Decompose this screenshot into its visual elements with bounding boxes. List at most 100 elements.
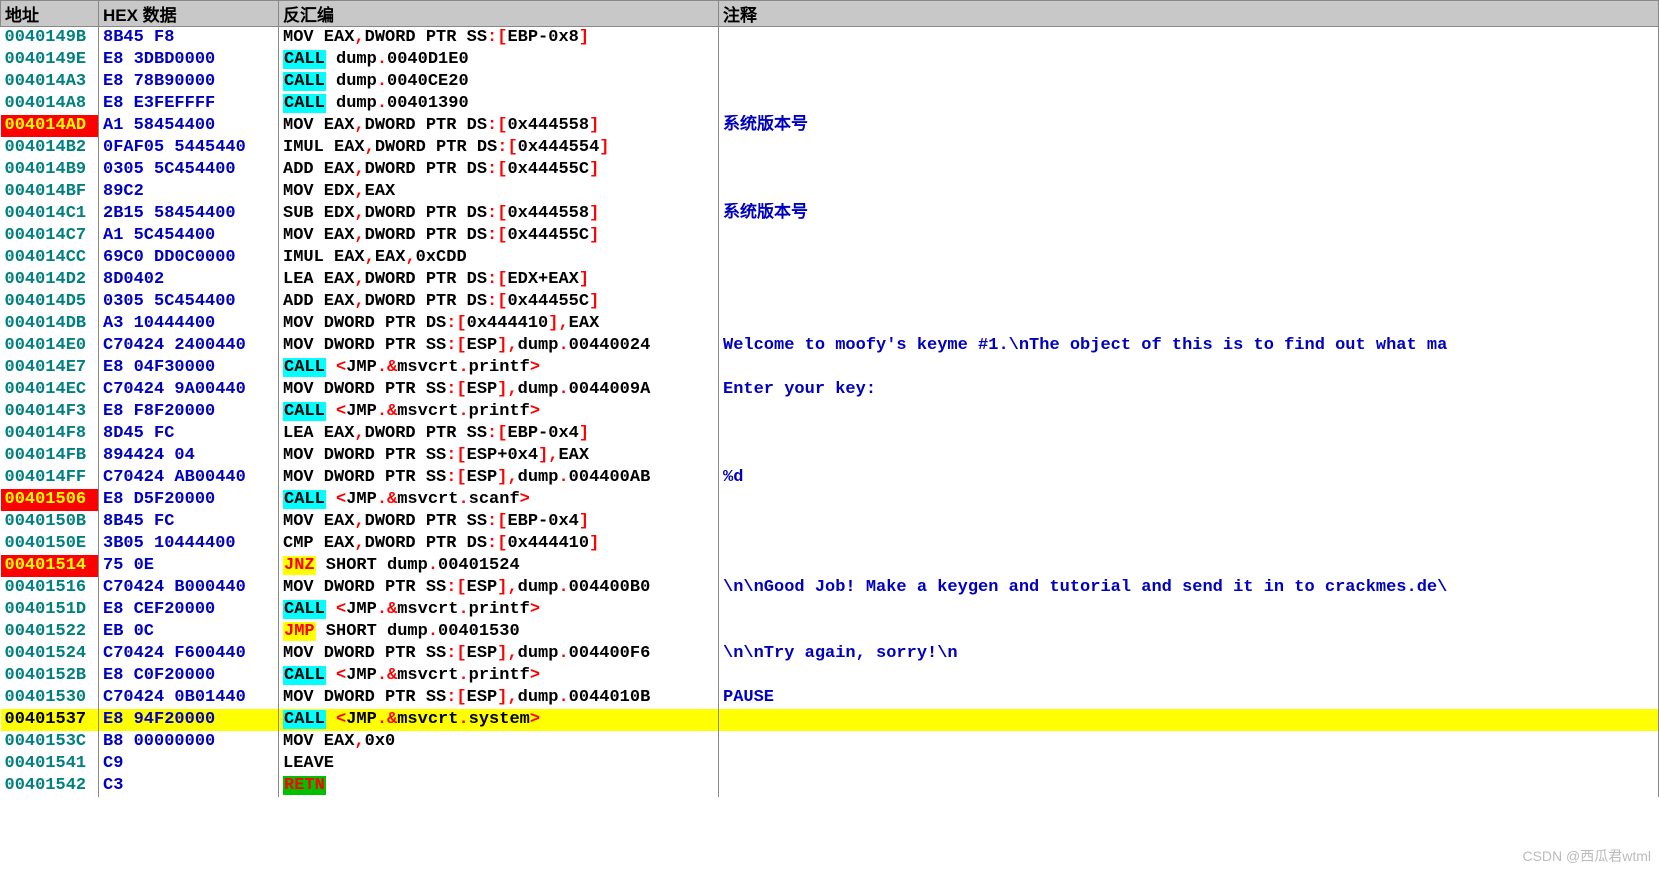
cell-comment[interactable]	[719, 489, 1659, 511]
cell-hex[interactable]: 69C0 DD0C0000	[99, 247, 279, 269]
table-row[interactable]: 004014BF89C2MOV EDX,EAX	[1, 181, 1659, 203]
cell-disassembly[interactable]: ADD EAX,DWORD PTR DS:[0x44455C]	[279, 291, 719, 313]
cell-address[interactable]: 00401524	[1, 643, 99, 665]
table-row[interactable]: 004014FB894424 04MOV DWORD PTR SS:[ESP+0…	[1, 445, 1659, 467]
cell-address[interactable]: 004014D5	[1, 291, 99, 313]
table-row[interactable]: 00401530C70424 0B01440MOV DWORD PTR SS:[…	[1, 687, 1659, 709]
cell-hex[interactable]: C70424 AB00440	[99, 467, 279, 489]
cell-hex[interactable]: E8 C0F20000	[99, 665, 279, 687]
cell-address[interactable]: 0040150B	[1, 511, 99, 533]
table-row[interactable]: 0040149EE8 3DBD0000CALL dump.0040D1E0	[1, 49, 1659, 71]
table-row[interactable]: 004014B20FAF05 5445440IMUL EAX,DWORD PTR…	[1, 137, 1659, 159]
cell-hex[interactable]: C9	[99, 753, 279, 775]
cell-comment[interactable]	[719, 247, 1659, 269]
cell-disassembly[interactable]: MOV EAX,DWORD PTR SS:[EBP-0x8]	[279, 27, 719, 50]
cell-hex[interactable]: C70424 2400440	[99, 335, 279, 357]
cell-comment[interactable]	[719, 357, 1659, 379]
cell-disassembly[interactable]: MOV DWORD PTR SS:[ESP],dump.0044009A	[279, 379, 719, 401]
cell-hex[interactable]: EB 0C	[99, 621, 279, 643]
table-row[interactable]: 00401516C70424 B000440MOV DWORD PTR SS:[…	[1, 577, 1659, 599]
table-row[interactable]: 0040152BE8 C0F20000CALL <JMP.&msvcrt.pri…	[1, 665, 1659, 687]
cell-address[interactable]: 00401522	[1, 621, 99, 643]
table-row[interactable]: 004014D50305 5C454400ADD EAX,DWORD PTR D…	[1, 291, 1659, 313]
col-hex[interactable]: HEX 数据	[99, 1, 279, 27]
table-row[interactable]: 0040153CB8 00000000MOV EAX,0x0	[1, 731, 1659, 753]
cell-comment[interactable]	[719, 291, 1659, 313]
table-row[interactable]: 00401524C70424 F600440MOV DWORD PTR SS:[…	[1, 643, 1659, 665]
col-address[interactable]: 地址	[1, 1, 99, 27]
cell-address[interactable]: 004014B2	[1, 137, 99, 159]
cell-disassembly[interactable]: CALL <JMP.&msvcrt.system>	[279, 709, 719, 731]
cell-disassembly[interactable]: CALL dump.0040D1E0	[279, 49, 719, 71]
cell-comment[interactable]	[719, 709, 1659, 731]
cell-address[interactable]: 0040150E	[1, 533, 99, 555]
table-row[interactable]: 0040150B8B45 FCMOV EAX,DWORD PTR SS:[EBP…	[1, 511, 1659, 533]
table-row[interactable]: 004014A3E8 78B90000CALL dump.0040CE20	[1, 71, 1659, 93]
cell-address[interactable]: 004014FF	[1, 467, 99, 489]
table-row[interactable]: 004014F88D45 FCLEA EAX,DWORD PTR SS:[EBP…	[1, 423, 1659, 445]
cell-address[interactable]: 004014DB	[1, 313, 99, 335]
cell-hex[interactable]: B8 00000000	[99, 731, 279, 753]
cell-hex[interactable]: 8D45 FC	[99, 423, 279, 445]
table-row[interactable]: 004014B90305 5C454400ADD EAX,DWORD PTR D…	[1, 159, 1659, 181]
cell-hex[interactable]: E8 CEF20000	[99, 599, 279, 621]
table-row[interactable]: 00401542C3RETN	[1, 775, 1659, 797]
cell-address[interactable]: 00401530	[1, 687, 99, 709]
cell-hex[interactable]: 75 0E	[99, 555, 279, 577]
cell-address[interactable]: 00401514	[1, 555, 99, 577]
cell-address[interactable]: 0040149B	[1, 27, 99, 50]
cell-comment[interactable]	[719, 137, 1659, 159]
table-row[interactable]: 004014C12B15 58454400SUB EDX,DWORD PTR D…	[1, 203, 1659, 225]
cell-comment[interactable]	[719, 27, 1659, 50]
disassembly-table[interactable]: 地址 HEX 数据 反汇编 注释 0040149B8B45 F8MOV EAX,…	[0, 0, 1659, 797]
cell-hex[interactable]: E8 E3FEFFFF	[99, 93, 279, 115]
cell-comment[interactable]: \n\nTry again, sorry!\n	[719, 643, 1659, 665]
cell-hex[interactable]: C70424 0B01440	[99, 687, 279, 709]
cell-address[interactable]: 004014C1	[1, 203, 99, 225]
cell-disassembly[interactable]: RETN	[279, 775, 719, 797]
cell-disassembly[interactable]: MOV EAX,DWORD PTR DS:[0x444558]	[279, 115, 719, 137]
cell-disassembly[interactable]: CMP EAX,DWORD PTR DS:[0x444410]	[279, 533, 719, 555]
cell-disassembly[interactable]: MOV DWORD PTR SS:[ESP],dump.00440024	[279, 335, 719, 357]
table-row[interactable]: 004014CC69C0 DD0C0000IMUL EAX,EAX,0xCDD	[1, 247, 1659, 269]
cell-disassembly[interactable]: CALL <JMP.&msvcrt.printf>	[279, 599, 719, 621]
cell-hex[interactable]: 0FAF05 5445440	[99, 137, 279, 159]
cell-comment[interactable]	[719, 401, 1659, 423]
cell-disassembly[interactable]: MOV DWORD PTR DS:[0x444410],EAX	[279, 313, 719, 335]
cell-disassembly[interactable]: MOV DWORD PTR SS:[ESP],dump.004400B0	[279, 577, 719, 599]
cell-comment[interactable]: 系统版本号	[719, 115, 1659, 137]
cell-disassembly[interactable]: ADD EAX,DWORD PTR DS:[0x44455C]	[279, 159, 719, 181]
cell-hex[interactable]: C70424 F600440	[99, 643, 279, 665]
cell-disassembly[interactable]: MOV EDX,EAX	[279, 181, 719, 203]
cell-hex[interactable]: 8B45 FC	[99, 511, 279, 533]
cell-comment[interactable]: \n\nGood Job! Make a keygen and tutorial…	[719, 577, 1659, 599]
cell-disassembly[interactable]: MOV DWORD PTR SS:[ESP],dump.004400AB	[279, 467, 719, 489]
cell-comment[interactable]	[719, 621, 1659, 643]
cell-comment[interactable]: PAUSE	[719, 687, 1659, 709]
cell-disassembly[interactable]: JMP SHORT dump.00401530	[279, 621, 719, 643]
cell-disassembly[interactable]: MOV DWORD PTR SS:[ESP],dump.0044010B	[279, 687, 719, 709]
cell-comment[interactable]	[719, 93, 1659, 115]
cell-hex[interactable]: E8 04F30000	[99, 357, 279, 379]
table-row[interactable]: 004014D28D0402LEA EAX,DWORD PTR DS:[EDX+…	[1, 269, 1659, 291]
cell-disassembly[interactable]: MOV EAX,0x0	[279, 731, 719, 753]
cell-address[interactable]: 00401506	[1, 489, 99, 511]
cell-address[interactable]: 004014C7	[1, 225, 99, 247]
cell-comment[interactable]: Enter your key:	[719, 379, 1659, 401]
cell-disassembly[interactable]: CALL <JMP.&msvcrt.printf>	[279, 665, 719, 687]
cell-address[interactable]: 004014A3	[1, 71, 99, 93]
cell-address[interactable]: 004014A8	[1, 93, 99, 115]
cell-hex[interactable]: 2B15 58454400	[99, 203, 279, 225]
cell-address[interactable]: 004014F8	[1, 423, 99, 445]
cell-disassembly[interactable]: CALL <JMP.&msvcrt.printf>	[279, 401, 719, 423]
cell-address[interactable]: 00401542	[1, 775, 99, 797]
cell-comment[interactable]	[719, 71, 1659, 93]
cell-disassembly[interactable]: CALL dump.0040CE20	[279, 71, 719, 93]
table-row[interactable]: 0040151475 0EJNZ SHORT dump.00401524	[1, 555, 1659, 577]
table-row[interactable]: 00401506E8 D5F20000CALL <JMP.&msvcrt.sca…	[1, 489, 1659, 511]
table-row[interactable]: 00401541C9LEAVE	[1, 753, 1659, 775]
cell-comment[interactable]	[719, 665, 1659, 687]
cell-address[interactable]: 004014EC	[1, 379, 99, 401]
cell-comment[interactable]	[719, 753, 1659, 775]
table-row[interactable]: 00401537E8 94F20000CALL <JMP.&msvcrt.sys…	[1, 709, 1659, 731]
